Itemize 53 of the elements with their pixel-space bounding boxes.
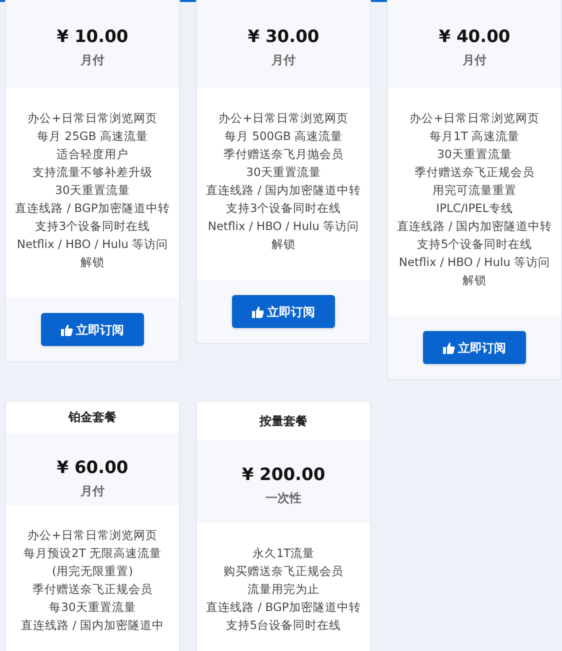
feature-text: 每月预设2T 无限高速流量 <box>24 545 162 562</box>
thumbs-up-icon <box>443 342 455 354</box>
feature-text: 支持3个设备同时在线 <box>34 218 150 235</box>
price: ¥ 10.00 <box>56 26 128 48</box>
feature-text: 季付赠送奈飞正规会员 <box>32 581 152 598</box>
feature-text: 直连线路 / 国内加密隧道中转 <box>206 182 362 199</box>
feature-text: 流量用完为止 <box>248 581 320 598</box>
feature-text: 直连线路 / BGP加密隧道中转 <box>206 599 361 616</box>
feature-text: 直连线路 / 国内加密隧道中转 <box>396 218 552 235</box>
billing-period: 一次性 <box>266 490 302 507</box>
plan-title: 按量套餐 <box>260 412 308 430</box>
billing-period: 月付 <box>80 482 104 500</box>
billing-period: 月付 <box>272 52 296 69</box>
feature-text: 适合轻度用户 <box>56 146 128 163</box>
feature-text: 30天重置流量 <box>246 164 321 181</box>
price: ¥ 200.00 <box>242 464 326 486</box>
feature-text: 每月 500GB 高速流量 <box>224 128 343 145</box>
feature-text: 季付赠送奈飞正规会员 <box>414 164 534 181</box>
price: ¥ 30.00 <box>248 26 320 48</box>
feature-text: Netflix / HBO / Hulu 等访问解锁 <box>206 218 360 253</box>
feature-text: 季付赠送奈飞月抛会员 <box>224 146 344 163</box>
feature-text: Netflix / HBO / Hulu 等访问解锁 <box>16 236 170 271</box>
feature-text: 每30天重置流量 <box>49 599 136 616</box>
feature-text: 购买赠送奈飞正规会员 <box>224 563 344 580</box>
feature-text: 办公+日常日常浏览网页 <box>28 110 158 127</box>
billing-period: 月付 <box>462 52 486 69</box>
feature-text: 每月 25GB 高速流量 <box>37 128 148 145</box>
subscribe-button[interactable]: 立即订阅 <box>232 295 335 328</box>
feature-text: 用完可流量重置 <box>432 182 516 199</box>
feature-text: 30天重置流量 <box>55 182 130 199</box>
subscribe-button[interactable]: 立即订阅 <box>41 313 144 346</box>
feature-text: 直连线路 / 国内加密隧道中 <box>20 617 164 634</box>
feature-text: 支持3个设备同时在线 <box>226 200 342 217</box>
feature-text: 永久1T流量 <box>252 545 315 562</box>
feature-text: 办公+日常日常浏览网页 <box>218 110 348 127</box>
thumbs-up-icon <box>61 324 73 336</box>
price: ¥ 40.00 <box>438 26 510 48</box>
price: ¥ 60.00 <box>56 456 128 479</box>
feature-text: 支持5台设备同时在线 <box>226 617 342 634</box>
feature-text: 办公+日常日常浏览网页 <box>410 110 540 127</box>
feature-text: 30天重置流量 <box>437 146 512 163</box>
feature-text: IPLC/IPEL专线 <box>436 200 513 217</box>
feature-text: 支持流量不够补差升级 <box>32 164 152 181</box>
subscribe-button[interactable]: 立即订阅 <box>423 331 526 364</box>
feature-text: 办公+日常日常浏览网页 <box>28 527 158 544</box>
feature-text: 支持5个设备同时在线 <box>416 236 532 253</box>
feature-text: 直连线路 / BGP加密隧道中转 <box>15 200 170 217</box>
thumbs-up-icon <box>252 306 264 318</box>
feature-text: 每月1T 高速流量 <box>430 128 520 145</box>
feature-text: Netflix / HBO / Hulu 等访问解锁 <box>398 254 552 289</box>
plan-title: 铂金套餐 <box>68 409 116 426</box>
billing-period: 月付 <box>80 52 104 69</box>
feature-text: (用完无限重置) <box>52 563 133 580</box>
